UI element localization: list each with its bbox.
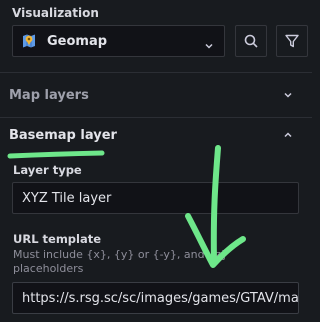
annotation-arrow-shaft (210, 145, 221, 265)
annotation-overlay (7, 145, 246, 268)
annotation-underline (7, 150, 105, 159)
